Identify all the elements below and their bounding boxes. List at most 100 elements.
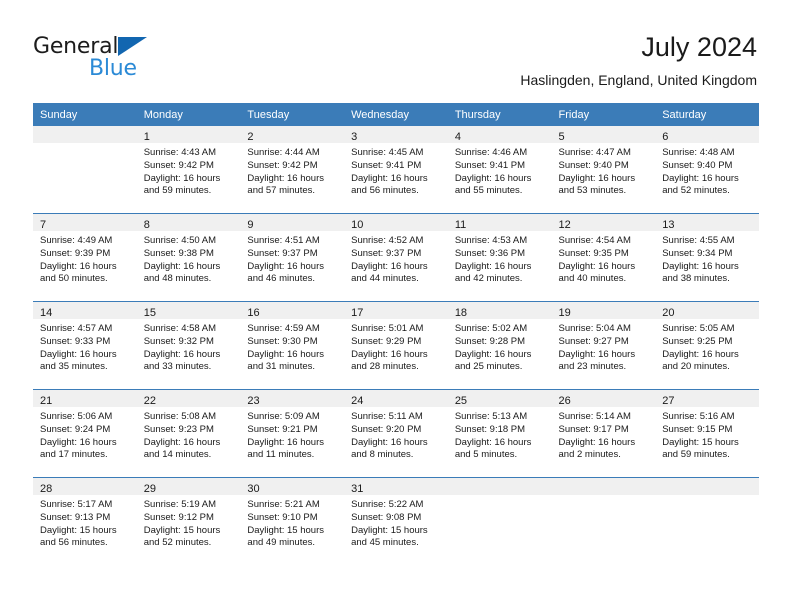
daylight-text-line1: Daylight: 16 hours <box>558 436 636 448</box>
calendar-cell[interactable]: 20 Sunrise: 5:05 AM Sunset: 9:25 PM Dayligh… <box>655 301 759 390</box>
calendar-cell[interactable]: 22 Sunrise: 5:08 AM Sunset: 9:23 PM Dayligh… <box>136 389 241 478</box>
day-number: 3 <box>351 131 358 143</box>
daylight-text-line2: and 59 minutes. <box>143 185 212 197</box>
calendar-cell[interactable]: 17 Sunrise: 5:01 AM Sunset: 9:29 PM Dayligh… <box>344 301 448 390</box>
sunrise-text: Sunrise: 5:09 AM <box>247 411 320 422</box>
day-number: 24 <box>351 395 364 407</box>
sunset-text: Sunset: 9:28 PM <box>454 335 526 347</box>
day-number: 28 <box>40 483 53 495</box>
calendar-cell[interactable]: 25 Sunrise: 5:13 AM Sunset: 9:18 PM Dayligh… <box>447 389 552 478</box>
calendar-cell[interactable]: 29 Sunrise: 5:19 AM Sunset: 9:12 PM Dayligh… <box>136 477 241 565</box>
daylight-text-line1: Daylight: 16 hours <box>454 172 532 184</box>
sunrise-text: Sunrise: 4:51 AM <box>247 235 320 246</box>
calendar-cell[interactable]: 31 Sunrise: 5:22 AM Sunset: 9:08 PM Dayligh… <box>344 477 448 565</box>
sunset-text: Sunset: 9:30 PM <box>247 335 318 347</box>
daylight-text-line2: and 44 minutes. <box>351 273 419 285</box>
day-number: 15 <box>143 307 156 319</box>
calendar-week-row: 28 Sunrise: 5:17 AM Sunset: 9:13 PM Dayligh… <box>33 477 759 565</box>
day-number: 12 <box>558 219 571 231</box>
page-title: July 2024 <box>641 32 757 62</box>
sunrise-text: Sunrise: 4:44 AM <box>247 147 320 158</box>
sunrise-text: Sunrise: 4:53 AM <box>454 235 528 246</box>
daylight-text-line1: Daylight: 16 hours <box>247 348 324 360</box>
daylight-text-line2: and 14 minutes. <box>143 449 212 461</box>
daylight-text-line2: and 55 minutes. <box>454 185 523 197</box>
calendar-cell[interactable]: 1 Sunrise: 4:43 AM Sunset: 9:42 PM Daylight… <box>136 126 241 214</box>
daylight-text-line2: and 56 minutes. <box>351 185 419 197</box>
sunset-text: Sunset: 9:08 PM <box>351 511 422 523</box>
calendar-cell[interactable]: 4 Sunrise: 4:46 AM Sunset: 9:41 PM Daylight… <box>447 126 552 214</box>
calendar-cell[interactable]: 2 Sunrise: 4:44 AM Sunset: 9:42 PM Daylight… <box>240 126 345 214</box>
calendar-week-row: 14 Sunrise: 4:57 AM Sunset: 9:33 PM Dayligh… <box>33 301 759 390</box>
sunrise-text: Sunrise: 4:43 AM <box>143 147 217 158</box>
day-number: 10 <box>351 219 364 231</box>
sunrise-text: Sunrise: 4:48 AM <box>662 147 735 158</box>
day-number: 6 <box>662 131 669 143</box>
day-number: 1 <box>143 131 150 143</box>
sunset-text: Sunset: 9:40 PM <box>662 159 733 171</box>
calendar-cell[interactable]: 14 Sunrise: 4:57 AM Sunset: 9:33 PM Dayligh… <box>33 301 137 390</box>
calendar-cell[interactable]: 28 Sunrise: 5:17 AM Sunset: 9:13 PM Dayligh… <box>33 477 137 565</box>
calendar-cell[interactable]: 6 Sunrise: 4:48 AM Sunset: 9:40 PM Daylight… <box>655 126 759 214</box>
sunset-text: Sunset: 9:33 PM <box>40 335 111 347</box>
calendar-cell[interactable] <box>655 477 759 565</box>
calendar-cell[interactable]: 7 Sunrise: 4:49 AM Sunset: 9:39 PM Daylight… <box>33 213 137 302</box>
sunrise-text: Sunrise: 4:50 AM <box>143 235 217 246</box>
calendar-cell[interactable]: 27 Sunrise: 5:16 AM Sunset: 9:15 PM Dayligh… <box>655 389 759 478</box>
sunrise-text: Sunrise: 5:14 AM <box>558 411 631 422</box>
calendar-cell[interactable]: 19 Sunrise: 5:04 AM Sunset: 9:27 PM Dayligh… <box>551 301 656 390</box>
calendar-cell[interactable]: 12 Sunrise: 4:54 AM Sunset: 9:35 PM Dayligh… <box>551 213 656 302</box>
calendar-cell[interactable]: 16 Sunrise: 4:59 AM Sunset: 9:30 PM Dayligh… <box>240 301 345 390</box>
sunrise-text: Sunrise: 5:13 AM <box>454 411 528 422</box>
day-number: 25 <box>454 395 468 407</box>
sunrise-text: Sunrise: 5:21 AM <box>247 499 320 510</box>
sunrise-text: Sunrise: 5:05 AM <box>662 323 735 334</box>
sunset-text: Sunset: 9:21 PM <box>247 423 318 435</box>
calendar-cell[interactable]: 10 Sunrise: 4:52 AM Sunset: 9:37 PM Dayligh… <box>344 213 448 302</box>
daylight-text-line1: Daylight: 15 hours <box>662 436 739 448</box>
calendar-cell[interactable]: 24 Sunrise: 5:11 AM Sunset: 9:20 PM Dayligh… <box>344 389 448 478</box>
day-number: 5 <box>558 131 565 143</box>
calendar-cell[interactable]: 26 Sunrise: 5:14 AM Sunset: 9:17 PM Dayligh… <box>551 389 656 478</box>
daylight-text-line1: Daylight: 16 hours <box>454 348 532 360</box>
calendar-cell[interactable] <box>551 477 656 565</box>
sunset-text: Sunset: 9:29 PM <box>351 335 422 347</box>
daylight-text-line2: and 52 minutes. <box>662 185 730 197</box>
sunrise-text: Sunrise: 4:58 AM <box>143 323 217 334</box>
daylight-text-line2: and 25 minutes. <box>454 361 523 373</box>
calendar-cell[interactable] <box>447 477 552 565</box>
daylight-text-line2: and 53 minutes. <box>558 185 627 197</box>
calendar-cell[interactable]: 15 Sunrise: 4:58 AM Sunset: 9:32 PM Dayligh… <box>136 301 241 390</box>
sunrise-text: Sunrise: 4:59 AM <box>247 323 320 334</box>
daylight-text-line1: Daylight: 15 hours <box>351 524 428 536</box>
daylight-text-line2: and 59 minutes. <box>662 449 730 461</box>
calendar-cell[interactable]: 3 Sunrise: 4:45 AM Sunset: 9:41 PM Daylight… <box>344 126 448 214</box>
day-number: 2 <box>247 131 254 143</box>
calendar-cell[interactable]: 30 Sunrise: 5:21 AM Sunset: 9:10 PM Dayligh… <box>240 477 345 565</box>
day-number: 26 <box>558 395 571 407</box>
day-number: 17 <box>351 307 364 319</box>
calendar-cell[interactable]: 8 Sunrise: 4:50 AM Sunset: 9:38 PM Daylight… <box>136 213 241 302</box>
calendar-cell[interactable]: 23 Sunrise: 5:09 AM Sunset: 9:21 PM Dayligh… <box>240 389 345 478</box>
calendar-cell[interactable]: 5 Sunrise: 4:47 AM Sunset: 9:40 PM Daylight… <box>551 126 656 214</box>
daylight-text-line1: Daylight: 16 hours <box>454 260 532 272</box>
daylight-text-line1: Daylight: 16 hours <box>40 436 117 448</box>
calendar-cell[interactable]: 9 Sunrise: 4:51 AM Sunset: 9:37 PM Daylight… <box>240 213 345 302</box>
logo-text-blue: Blue <box>89 56 137 81</box>
daylight-text-line1: Daylight: 16 hours <box>558 348 636 360</box>
calendar-cell[interactable]: 21 Sunrise: 5:06 AM Sunset: 9:24 PM Dayligh… <box>33 389 137 478</box>
calendar-grid: Sunday Monday Tuesday Wednesday Thursday… <box>33 103 759 565</box>
day-number: 11 <box>454 219 467 231</box>
day-number: 22 <box>143 395 156 407</box>
calendar-cell[interactable]: 18 Sunrise: 5:02 AM Sunset: 9:28 PM Dayligh… <box>447 301 552 390</box>
daylight-text-line2: and 28 minutes. <box>351 361 419 373</box>
daylight-text-line2: and 57 minutes. <box>247 185 316 197</box>
calendar-cell[interactable]: 11 Sunrise: 4:53 AM Sunset: 9:36 PM Dayligh… <box>447 213 552 302</box>
day-number: 16 <box>247 307 260 319</box>
sunset-text: Sunset: 9:20 PM <box>351 423 422 435</box>
daylight-text-line2: and 49 minutes. <box>247 537 316 549</box>
calendar-cell[interactable] <box>33 126 137 214</box>
daylight-text-line1: Daylight: 16 hours <box>662 348 739 360</box>
daylight-text-line1: Daylight: 16 hours <box>454 436 532 448</box>
calendar-cell[interactable]: 13 Sunrise: 4:55 AM Sunset: 9:34 PM Dayligh… <box>655 213 759 302</box>
